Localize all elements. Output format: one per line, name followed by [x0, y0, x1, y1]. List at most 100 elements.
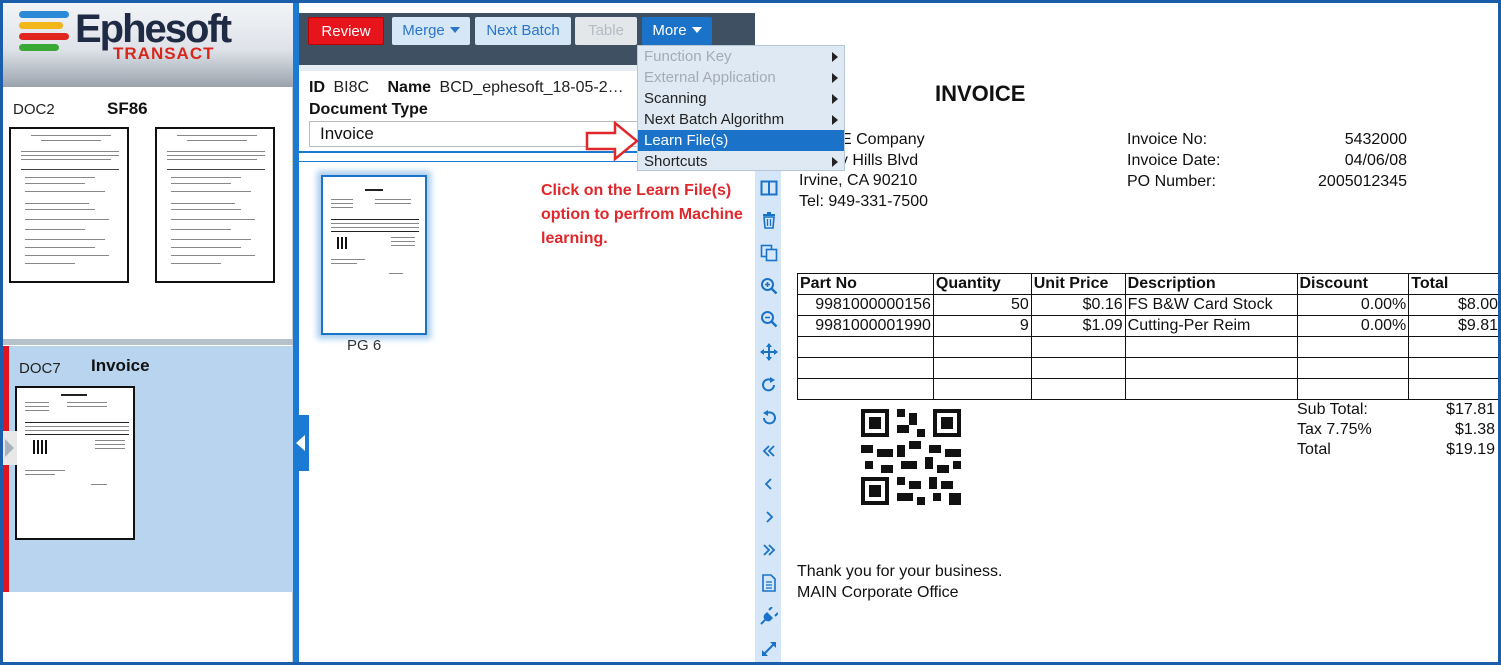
invoice-thanks: Thank you for your business.	[797, 563, 1003, 580]
batch-name-label: Name	[387, 79, 432, 96]
copy-icon[interactable]	[759, 244, 779, 264]
trash-icon[interactable]	[759, 211, 779, 231]
rotate-left-icon[interactable]	[759, 409, 779, 429]
table-cell: FS B&W Card Stock	[1124, 294, 1298, 316]
more-label: More	[652, 22, 687, 39]
table-row	[797, 357, 1498, 379]
column-header: Unit Price	[1030, 273, 1126, 295]
collapse-batch-panel-button[interactable]	[293, 415, 309, 471]
totals-label: Total	[1297, 441, 1331, 458]
menu-item-external-application[interactable]: External Application	[638, 67, 844, 88]
menu-item-label: Function Key	[644, 48, 732, 65]
more-menu: Function Key External Application Scanni…	[637, 45, 845, 171]
chevron-right-icon	[832, 94, 838, 104]
totals-value: $1.38	[1454, 421, 1495, 438]
document-list-panel: Ephesoft TRANSACT DOC2 SF86 DOC7 Invoice	[3, 3, 293, 662]
totals-value: $19.19	[1446, 441, 1495, 458]
document-type: SF86	[107, 99, 148, 118]
prev-page-icon[interactable]	[759, 475, 779, 495]
invoice-city: Irvine, CA 90210	[799, 172, 918, 189]
next-page-icon[interactable]	[759, 508, 779, 528]
table-row	[797, 336, 1498, 358]
merge-button[interactable]: Merge	[392, 17, 470, 45]
callout-arrow-icon	[585, 121, 639, 161]
first-page-icon[interactable]	[759, 442, 779, 462]
split-icon[interactable]	[759, 179, 779, 199]
review-button[interactable]: Review	[308, 17, 384, 45]
invoice-title: INVOICE	[935, 81, 1026, 106]
column-header: Part No	[797, 273, 934, 295]
column-header: Quantity	[932, 273, 1032, 295]
logo-bar: Ephesoft TRANSACT	[3, 3, 293, 87]
zoom-in-icon[interactable]	[759, 277, 779, 297]
invoice-meta-value: 5432000	[1344, 131, 1407, 148]
table-cell: 9981000000156	[797, 294, 934, 316]
menu-item-label: Shortcuts	[644, 153, 708, 170]
page-thumbnail[interactable]	[9, 127, 129, 283]
table-cell: 0.00%	[1296, 315, 1410, 337]
document-icon[interactable]	[759, 574, 779, 594]
invoice-meta-label: Invoice Date:	[1127, 152, 1221, 169]
page-thumbnail[interactable]	[15, 386, 135, 540]
page-thumbnail[interactable]	[155, 127, 275, 283]
document-viewer[interactable]: INVOICE E Company rly Hills Blvd Irvine,…	[781, 15, 1498, 662]
column-header: Description	[1124, 273, 1298, 295]
zoom-out-icon[interactable]	[759, 310, 779, 330]
menu-item-shortcuts[interactable]: Shortcuts	[638, 151, 844, 172]
menu-item-scanning[interactable]: Scanning	[638, 88, 844, 109]
chevron-down-icon	[449, 27, 460, 33]
document-id: DOC7	[19, 360, 61, 377]
expand-left-panel-button[interactable]	[3, 431, 17, 465]
merge-label: Merge	[402, 22, 445, 39]
menu-item-label: Learn File(s)	[644, 132, 729, 149]
totals-value: $17.81	[1446, 401, 1495, 418]
rotate-right-icon[interactable]	[759, 376, 779, 396]
viewer-tool-strip	[755, 171, 781, 662]
invoice-tel: Tel: 949-331-7500	[799, 193, 928, 210]
column-header: Discount	[1296, 273, 1410, 295]
table-header-row: Part No Quantity Unit Price Description …	[797, 273, 1498, 295]
menu-item-label: Scanning	[644, 90, 707, 107]
batch-name-value: BCD_ephesoft_18-05-2…	[439, 79, 624, 96]
expand-icon[interactable]	[759, 640, 779, 660]
menu-item-learn-files[interactable]: Learn File(s)	[638, 130, 844, 151]
table-row: 9981000001990 9 $1.09 Cutting-Per Reim 0…	[797, 315, 1498, 337]
last-page-icon[interactable]	[759, 541, 779, 561]
move-icon[interactable]	[759, 343, 779, 363]
plugin-icon[interactable]	[759, 606, 779, 627]
table-cell: 9981000001990	[797, 315, 934, 337]
page-label: PG 6	[347, 337, 382, 354]
invoice-meta-label: PO Number:	[1127, 173, 1216, 190]
batch-id-value: BI8C	[333, 79, 370, 96]
invoice-meta-value: 2005012345	[1318, 173, 1407, 190]
qr-code-icon	[861, 409, 961, 505]
batch-id-label: ID	[309, 79, 325, 96]
page-thumbnail-selected[interactable]	[321, 175, 427, 335]
logo-stripes-icon	[19, 11, 75, 53]
document-type: Invoice	[91, 356, 150, 375]
table-button[interactable]: Table	[575, 17, 637, 45]
document-item-doc7[interactable]: DOC7 Invoice	[3, 346, 293, 592]
next-batch-button[interactable]: Next Batch	[475, 17, 571, 45]
table-cell: $1.09	[1030, 315, 1126, 337]
invoice-meta-label: Invoice No:	[1127, 131, 1208, 148]
chevron-right-icon	[832, 73, 838, 83]
chevron-right-icon	[832, 157, 838, 167]
table-row	[797, 378, 1498, 400]
table-cell: $9.81	[1408, 315, 1498, 337]
more-button[interactable]: More	[642, 17, 712, 45]
table-cell: 0.00%	[1296, 294, 1410, 316]
invoice-meta-value: 04/06/08	[1344, 152, 1407, 169]
invoice-company: E Company	[841, 131, 925, 148]
totals-label: Tax 7.75%	[1297, 421, 1372, 438]
menu-item-next-batch-algorithm[interactable]: Next Batch Algorithm	[638, 109, 844, 130]
invoice-office: MAIN Corporate Office	[797, 584, 959, 601]
totals-label: Sub Total:	[1297, 401, 1368, 418]
document-item-doc2[interactable]: DOC2 SF86	[3, 89, 293, 289]
chevron-right-icon	[832, 52, 838, 62]
table-cell: $0.16	[1030, 294, 1126, 316]
chevron-right-icon	[832, 115, 838, 125]
column-header: Total	[1408, 273, 1498, 295]
menu-item-function-key[interactable]: Function Key	[638, 46, 844, 67]
table-cell: $8.00	[1408, 294, 1498, 316]
